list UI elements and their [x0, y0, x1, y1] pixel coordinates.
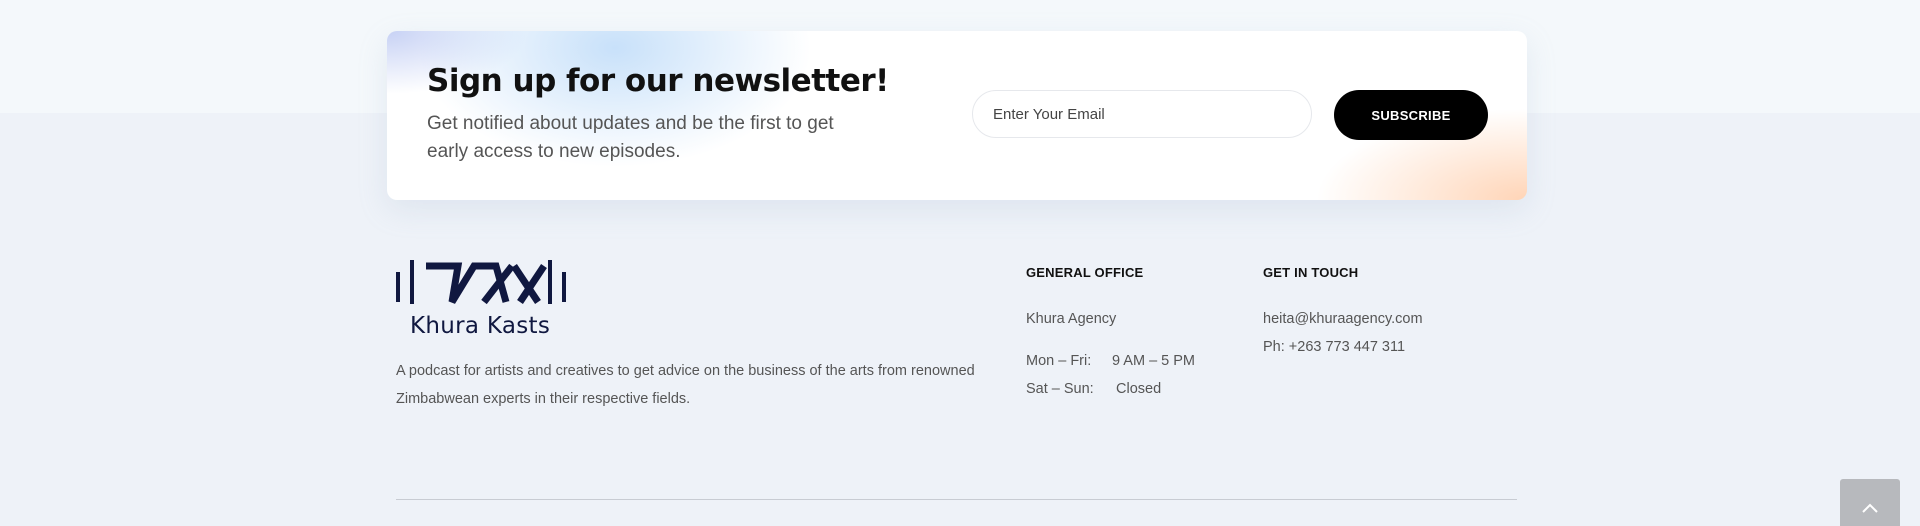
office-name: Khura Agency [1026, 311, 1117, 327]
hours-time: 9 AM – 5 PM [1112, 353, 1196, 369]
brand-description: A podcast for artists and creatives to g… [396, 363, 975, 407]
general-office-heading: GENERAL OFFICE [1026, 265, 1144, 280]
hours-time: Closed [1116, 381, 1162, 397]
back-to-top-button[interactable] [1840, 479, 1900, 526]
khura-kasts-logo[interactable]: Khura Kasts [396, 258, 566, 342]
contact-email-link[interactable]: heita@khuraagency.com [1263, 311, 1423, 327]
logo-wordmark: Khura Kasts [410, 313, 551, 339]
chevron-up-icon [1862, 503, 1878, 513]
footer-divider [396, 499, 1517, 500]
contact-phone-link[interactable]: Ph: +263 773 447 311 [1263, 339, 1405, 355]
hours-days: Mon – Fri: [1026, 353, 1092, 369]
newsletter-subtitle: Get notified about updates and be the fi… [427, 113, 834, 162]
newsletter-card: Sign up for our newsletter! Get notified… [387, 31, 1527, 200]
newsletter-title: Sign up for our newsletter! [427, 63, 889, 99]
get-in-touch-heading: GET IN TOUCH [1263, 265, 1359, 280]
logo-mark-icon [396, 260, 566, 305]
hours-days: Sat – Sun: [1026, 381, 1094, 397]
subscribe-button[interactable]: SUBSCRIBE [1334, 90, 1488, 140]
email-input[interactable] [972, 90, 1312, 138]
